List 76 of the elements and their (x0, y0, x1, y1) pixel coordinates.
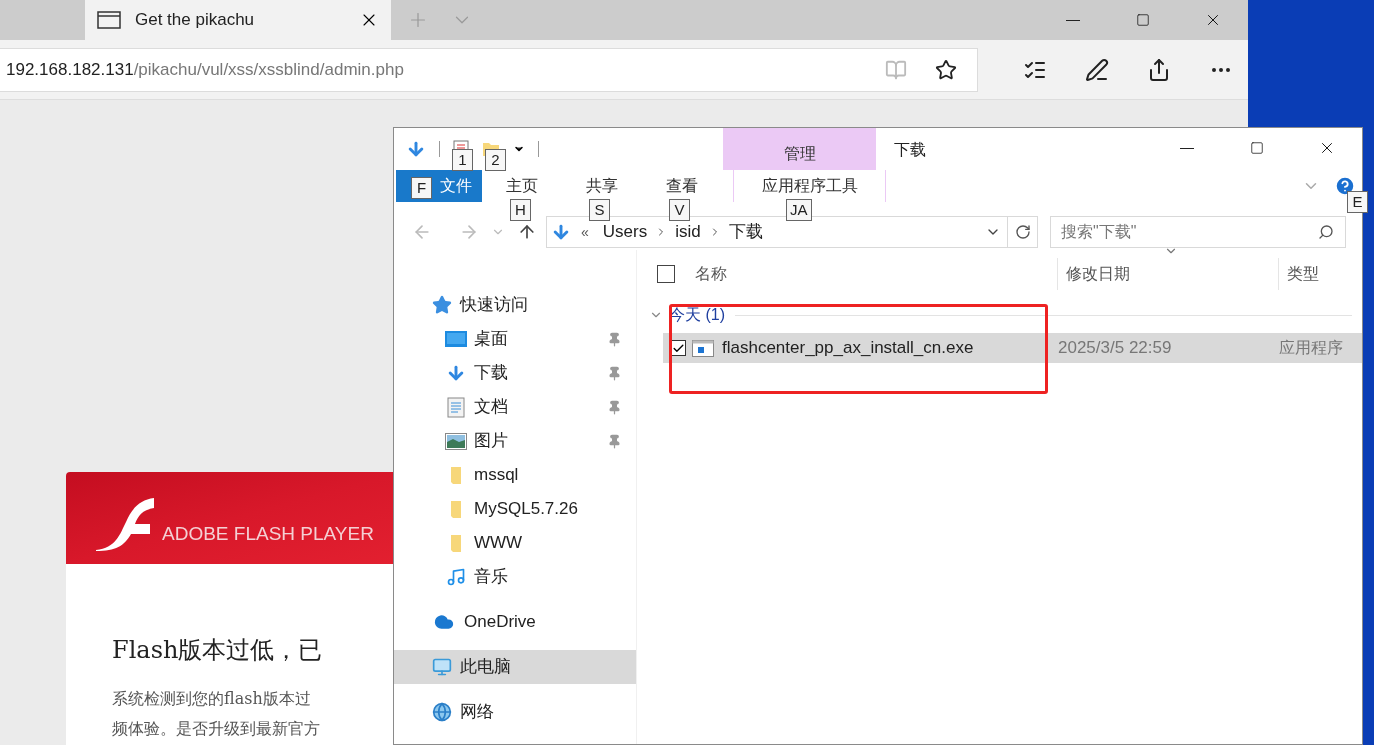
document-icon (447, 396, 465, 418)
nav-item[interactable]: 下载 (394, 356, 636, 390)
folder-icon (450, 465, 462, 485)
help-icon[interactable] (1334, 175, 1356, 197)
overflow-chevron[interactable]: « (581, 221, 589, 243)
reading-view-icon[interactable] (885, 58, 907, 81)
file-date: 2025/3/5 22:59 (1058, 337, 1173, 360)
nav-item[interactable]: OneDrive (394, 605, 636, 639)
minimize-icon (1066, 19, 1080, 21)
nav-item[interactable]: MySQL5.7.26 (394, 492, 636, 526)
minimize-icon (1180, 147, 1194, 149)
nav-item[interactable]: 网络 (394, 695, 636, 729)
keytip-tooltip: JA (786, 199, 812, 221)
nav-item[interactable]: 此电脑 (394, 650, 636, 684)
picture-icon (445, 432, 467, 450)
breadcrumb-item[interactable]: 下载 (728, 219, 763, 245)
nav-item[interactable]: mssql (394, 458, 636, 492)
file-type: 应用程序 (1279, 338, 1343, 358)
keytip-tooltip: 1 (452, 149, 473, 171)
computer-icon (432, 657, 452, 677)
file-row[interactable]: flashcenter_pp_ax_install_cn.exe 2025/3/5 22:59 应用程序 (663, 333, 1362, 363)
keytip-tooltip: 2 (485, 149, 506, 171)
favorite-star-icon[interactable] (935, 58, 957, 81)
breadcrumb-item[interactable]: Users (602, 219, 648, 245)
ribbon-tab[interactable]: 主页 (482, 170, 562, 202)
keytip-tooltip: F (411, 177, 432, 199)
column-header[interactable]: 类型 (1287, 262, 1319, 286)
address-bar[interactable]: « Users isid 下载 (546, 216, 1008, 248)
nav-item[interactable]: 桌面 (394, 322, 636, 356)
address-field[interactable]: 192.168.182.131/pikachu/vul/xss/xssblind/admin.php (0, 47, 978, 92)
ribbon-tab[interactable]: 查看 (642, 170, 722, 202)
pin-icon[interactable] (607, 399, 622, 415)
nav-item[interactable]: 快速访问 (394, 288, 636, 322)
tab-page-icon (97, 11, 121, 29)
share-icon[interactable] (1147, 57, 1171, 82)
tab-title: Get the pikachu (135, 9, 255, 32)
context-tab-header: 管理 (723, 128, 876, 170)
window-title: 下载 (894, 140, 926, 160)
breadcrumb-item[interactable]: isid (675, 219, 701, 245)
maximize-icon (1136, 13, 1150, 27)
keytip-tooltip: V (669, 199, 690, 221)
search-field[interactable]: 搜索"下载" (1050, 216, 1346, 248)
refresh-button[interactable] (1008, 216, 1038, 248)
star-icon (432, 295, 452, 315)
pen-icon[interactable] (1085, 57, 1109, 82)
keytip-tooltip: E (1347, 191, 1368, 213)
column-header[interactable]: 名称 (695, 262, 1057, 286)
file-name: flashcenter_pp_ax_install_cn.exe (722, 337, 975, 360)
search-icon (1318, 224, 1334, 240)
select-all-checkbox[interactable] (657, 265, 675, 283)
pin-icon[interactable] (607, 433, 622, 449)
ribbon-tab[interactable]: 共享 (562, 170, 642, 202)
keytip-tooltip: H (510, 199, 531, 221)
folder-icon (450, 533, 462, 553)
nav-item[interactable]: WWW (394, 526, 636, 560)
banner-text: ADOBE FLASH PLAYER (162, 521, 374, 546)
nav-item[interactable]: 文档 (394, 390, 636, 424)
browser-tab[interactable]: Get the pikachu (85, 0, 391, 40)
nav-item[interactable]: 音乐 (394, 560, 636, 594)
refresh-icon (1014, 224, 1031, 240)
column-header[interactable]: 修改日期 (1066, 262, 1278, 286)
folder-icon (450, 499, 462, 519)
pin-icon[interactable] (607, 331, 622, 347)
pin-icon[interactable] (607, 365, 622, 381)
heading: Flash版本过低，已 (112, 635, 324, 666)
download-arrow-icon (446, 363, 466, 383)
nav-item[interactable]: 图片 (394, 424, 636, 458)
music-note-icon (446, 567, 466, 587)
keytip-tooltip: S (589, 199, 610, 221)
application-icon (692, 339, 714, 357)
download-arrow-icon[interactable] (406, 139, 426, 159)
maximize-icon (1250, 141, 1264, 155)
desktop-icon (445, 331, 467, 347)
description-text: 系统检测到您的flash版本过 频体验。是否升级到最新官方 (112, 688, 321, 740)
cloud-icon (432, 612, 456, 632)
network-icon (432, 702, 452, 722)
